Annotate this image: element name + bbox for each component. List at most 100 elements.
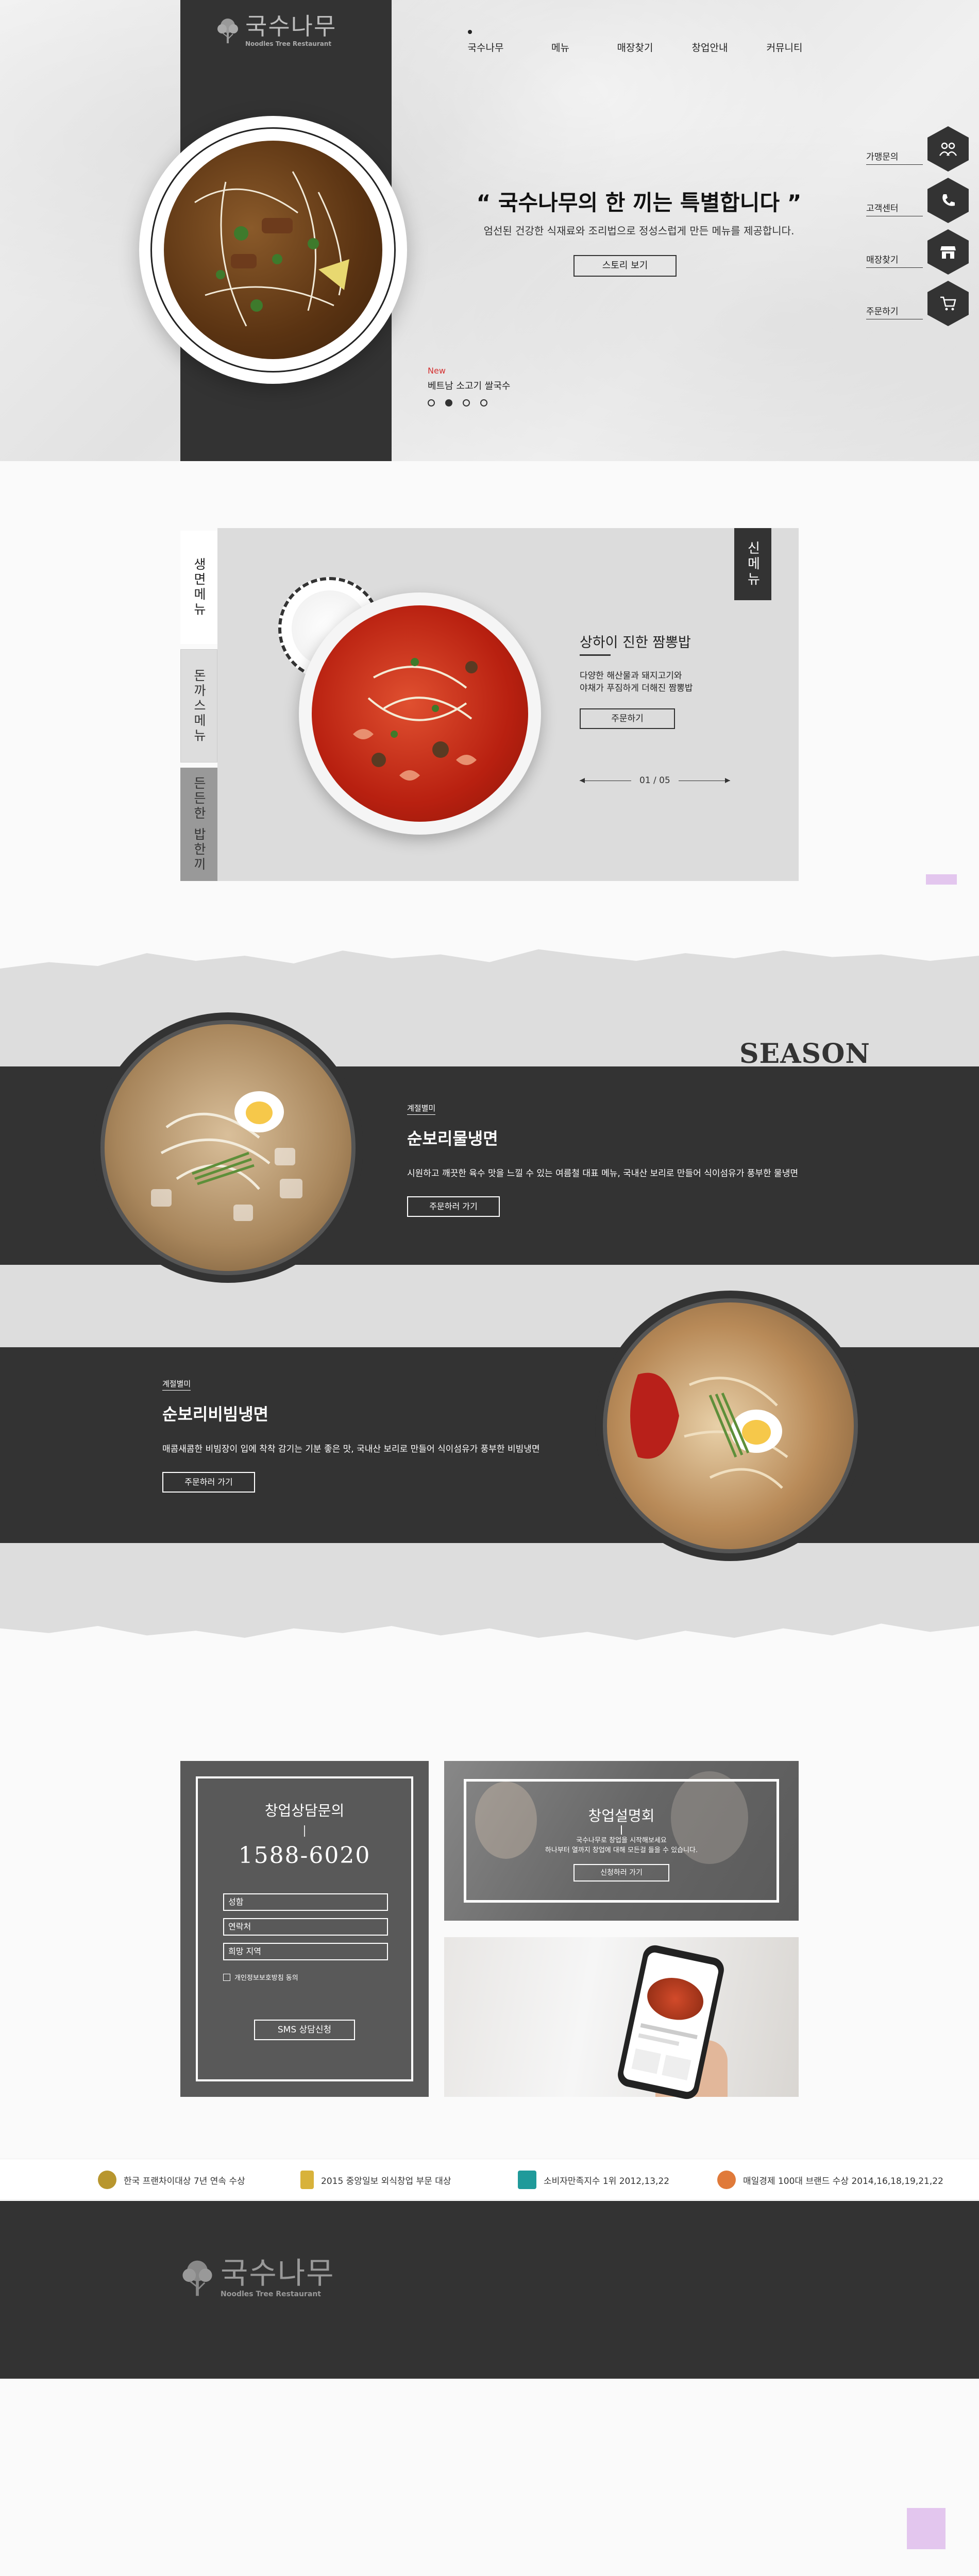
quick-label: 주문하기	[866, 304, 923, 319]
divider	[304, 1825, 305, 1837]
privacy-checkbox[interactable]: 개인정보보호방침 동의	[223, 1972, 298, 1982]
hero-subtitle: 엄선된 건강한 식재료와 조리법으로 정성스럽게 만든 메뉴를 제공합니다.	[483, 225, 795, 237]
screen-food-image	[643, 1973, 707, 2025]
name-field[interactable]: 성함	[223, 1893, 388, 1911]
new-label: New	[428, 366, 446, 376]
new-menu-text[interactable]: 베트남 소고기 쌀국수	[428, 379, 510, 392]
header-logo[interactable]: 국수나무 Noodles Tree Restaurant	[215, 14, 336, 47]
desc-line: 국수나무로 창업을 시작해보세요	[576, 1837, 667, 1844]
award-item: 소비자만족지수 1위 2012,13,22	[518, 2171, 669, 2189]
quick-label: 가맹문의	[866, 149, 923, 165]
phone-icon[interactable]	[927, 178, 969, 223]
menu-tabs: 생면메뉴 돈까스메뉴 든든한 밥한끼	[180, 531, 217, 886]
jjamppong-toppings	[353, 658, 478, 781]
nav-item-franchise[interactable]: 창업안내	[672, 40, 747, 54]
slide-dot-active[interactable]	[445, 399, 452, 406]
hero-title: “ 국수나무의 한 끼는 특별합니다 ”	[476, 190, 802, 215]
season-order-button[interactable]: 주문하러 가기	[162, 1472, 255, 1493]
award-item: 2015 중앙일보 외식창업 부문 대상	[300, 2171, 451, 2189]
award-text: 매일경제 100대 브랜드 수상 2014,16,18,19,21,22	[743, 2176, 943, 2187]
store-icon[interactable]	[927, 229, 969, 275]
inquiry-title: 창업상담문의	[264, 1802, 345, 1819]
nav-active-dot	[468, 30, 472, 34]
title-underline	[580, 654, 611, 656]
season-item-1: 계절별미 순보리물냉면 시원하고 깨끗한 육수 맛을 느낄 수 있는 여름철 대…	[407, 1103, 798, 1217]
mobile-app-banner[interactable]	[444, 1937, 799, 2102]
main-nav: 국수나무 메뉴 매장찾기 창업안내 커뮤니티	[448, 40, 822, 54]
briefing-title: 창업설명회	[588, 1807, 655, 1824]
slide-dot[interactable]	[463, 399, 470, 406]
new-menu-badge: 신메뉴	[734, 528, 771, 600]
order-button[interactable]: 주문하기	[580, 708, 675, 729]
footer-logo[interactable]: 국수나무 Noodles Tree Restaurant	[179, 2258, 334, 2299]
sms-consult-button[interactable]: SMS 상담신청	[254, 2020, 355, 2040]
tab-cutlet-menu[interactable]: 돈까스메뉴	[180, 649, 217, 762]
desc-line: 하나부터 열까지 창업에 대해 모든걸 들을 수 있습니다.	[545, 1846, 698, 1854]
season-item-title: 순보리물냉면	[407, 1129, 498, 1148]
award-item: 한국 프랜차이대상 7년 연속 수상	[98, 2171, 245, 2189]
season-item-title: 순보리비빔냉면	[162, 1404, 269, 1424]
screen-card	[662, 2055, 691, 2080]
medal-icon	[98, 2171, 116, 2189]
award-item: 매일경제 100대 브랜드 수상 2014,16,18,19,21,22	[717, 2171, 943, 2189]
screen-card	[631, 2048, 661, 2074]
slide-dot[interactable]	[480, 399, 487, 406]
checkbox-icon[interactable]	[223, 1973, 230, 1981]
desc-line: 다양한 해산물과 돼지고기와	[580, 671, 682, 681]
tree-logo-icon	[217, 19, 238, 43]
season-order-button[interactable]: 주문하러 가기	[407, 1196, 500, 1217]
logo-text-en: Noodles Tree Restaurant	[245, 40, 332, 47]
award-text: 2015 중앙일보 외식창업 부문 대상	[321, 2176, 451, 2187]
quick-item-franchise[interactable]: 가맹문의	[863, 124, 979, 175]
quick-item-store[interactable]: 매장찾기	[863, 227, 979, 278]
screen-line	[638, 2033, 680, 2046]
pho-toppings	[194, 171, 349, 327]
divider	[621, 1825, 622, 1835]
region-field[interactable]: 희망 지역	[223, 1943, 388, 1960]
bibim-naengmyeon-image	[603, 1298, 858, 1553]
torn-paper-bottom	[0, 1543, 979, 1640]
cart-icon[interactable]	[927, 281, 969, 326]
floating-widget[interactable]	[926, 874, 957, 885]
mul-naengmyeon-image	[100, 1020, 356, 1275]
briefing-box: 창업설명회 국수나무로 창업을 시작해보세요 하나부터 열까지 창업에 대해 모…	[444, 1761, 799, 1921]
tab-noodle-menu[interactable]: 생면메뉴	[180, 531, 217, 644]
menu-item-desc: 다양한 해산물과 돼지고기와 야채가 푸짐하게 더해진 짬뽕밥	[580, 670, 745, 694]
tree-logo-icon	[182, 2260, 212, 2296]
nav-item-store[interactable]: 매장찾기	[598, 40, 672, 54]
footer: 국수나무 Noodles Tree Restaurant	[0, 2201, 979, 2379]
season-tag: 계절별미	[162, 1379, 191, 1391]
story-button[interactable]: 스토리 보기	[573, 255, 677, 277]
floating-widget[interactable]	[907, 2508, 946, 2549]
logo-text-kr: 국수나무	[245, 12, 337, 40]
hero-pho-image	[139, 116, 407, 384]
tab-rice-menu[interactable]: 든든한 밥한끼	[180, 768, 217, 881]
awards-bar: 한국 프랜차이대상 7년 연속 수상 2015 중앙일보 외식창업 부문 대상 …	[0, 2159, 979, 2200]
briefing-desc: 국수나무로 창업을 시작해보세요 하나부터 열까지 창업에 대해 모든걸 들을 …	[444, 1836, 799, 1855]
privacy-label: 개인정보보호방침 동의	[234, 1974, 298, 1982]
nav-item-community[interactable]: 커뮤니티	[747, 40, 822, 54]
award-text: 소비자만족지수 1위 2012,13,22	[544, 2176, 670, 2187]
season-item-2: 계절별미 순보리비빔냉면 매콤새콤한 비빔장이 입에 착착 감기는 기분 좋은 …	[162, 1378, 540, 1493]
hero-slide-dots	[428, 399, 487, 406]
briefing-apply-button[interactable]: 신청하러 가기	[573, 1864, 669, 1882]
nav-item-about[interactable]: 국수나무	[448, 40, 523, 54]
phone-field[interactable]: 연락처	[223, 1918, 388, 1936]
season-item-desc: 매콤새콤한 비빔장이 입에 착착 감기는 기분 좋은 맛, 국내산 보리로 만들…	[162, 1444, 540, 1454]
pager-count: 01 / 05	[639, 775, 670, 786]
award-text: 한국 프랜차이대상 7년 연속 수상	[124, 2176, 245, 2187]
menu-pager: 01 / 05	[580, 775, 730, 786]
certificate-icon	[518, 2171, 536, 2189]
quick-item-order[interactable]: 주문하기	[863, 278, 979, 330]
people-icon[interactable]	[927, 126, 969, 172]
inquiry-phone[interactable]: 1588-6020	[180, 1842, 429, 1869]
bibim-toppings	[630, 1372, 788, 1489]
quick-item-support[interactable]: 고객센터	[863, 175, 979, 227]
quick-label: 매장찾기	[866, 252, 923, 268]
quick-menu: 가맹문의 고객센터 매장찾기 주문하기	[863, 124, 979, 330]
logo-text-en: Noodles Tree Restaurant	[221, 2290, 321, 2298]
menu-item-title: 상하이 진한 짬뽕밥	[580, 635, 691, 651]
season-item-desc: 시원하고 깨끗한 육수 맛을 느낄 수 있는 여름철 대표 메뉴, 국내산 보리…	[407, 1168, 798, 1179]
slide-dot[interactable]	[428, 399, 435, 406]
nav-item-menu[interactable]: 메뉴	[523, 40, 598, 54]
